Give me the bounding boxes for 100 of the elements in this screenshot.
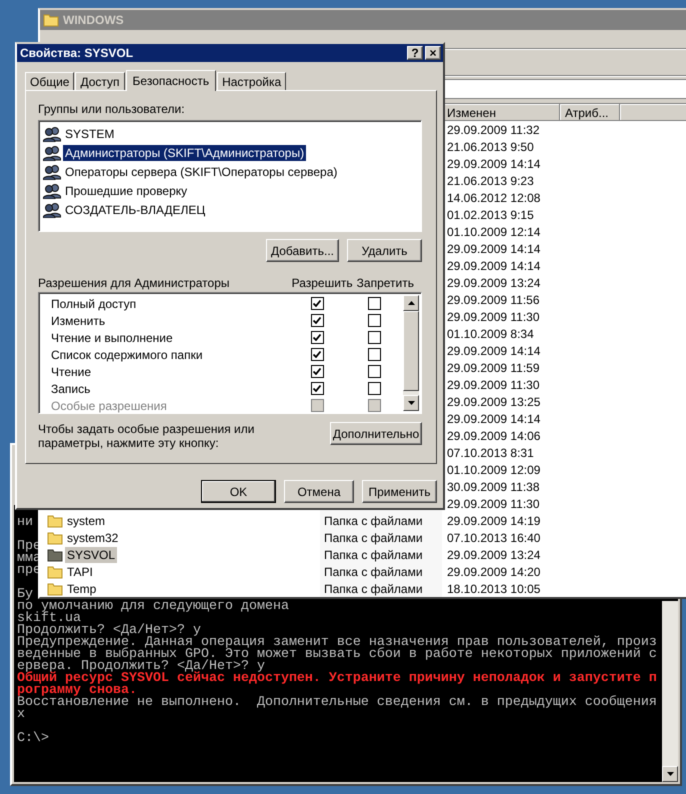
folder-icon: [47, 548, 63, 562]
scroll-thumb[interactable]: [403, 311, 419, 391]
console-line: skift.ua: [17, 613, 81, 625]
date-modified: 01.10.2009 8:34: [446, 326, 535, 340]
folder-icon: [47, 514, 63, 528]
date-modified: 01.10.2009 12:14: [446, 224, 542, 238]
users-icon: [43, 202, 61, 218]
ok-button[interactable]: OK: [201, 480, 276, 503]
date-modified: 14.06.2012 12:08: [446, 190, 542, 204]
section-label: Группы или пользователи:: [38, 102, 186, 116]
console-line: х: [17, 709, 25, 721]
checkbox[interactable]: [368, 297, 381, 310]
column-label: Запретить: [356, 276, 414, 289]
list-item[interactable]: Администраторы (SKIFT\Администраторы): [63, 144, 306, 160]
remove-button[interactable]: Удалить: [347, 239, 422, 262]
date-modified: 29.09.2009 11:32: [446, 122, 541, 136]
file-type: Папка с файлами: [324, 564, 423, 578]
date-modified: 29.09.2009 14:14: [446, 344, 542, 358]
permission-name: Полный доступ: [50, 296, 138, 310]
date-modified: 29.09.2009 14:20: [446, 564, 542, 578]
date-modified: 29.09.2009 13:24: [446, 276, 542, 290]
date-modified: 29.09.2009 11:30: [446, 310, 541, 324]
console-line: C:\>: [17, 733, 49, 745]
file-name[interactable]: SYSVOL: [65, 546, 118, 562]
date-modified: 29.09.2009 13:24: [446, 548, 542, 562]
file-type: Папка с файлами: [324, 514, 423, 528]
folder-icon: [47, 564, 63, 578]
checkbox[interactable]: [368, 314, 381, 327]
advanced-button[interactable]: Дополнительно: [330, 422, 422, 445]
scrollbar[interactable]: [403, 295, 419, 411]
permission-name: Чтение: [50, 364, 92, 378]
permission-name: Изменить: [50, 314, 106, 328]
column-header[interactable]: Атриб...: [560, 104, 620, 121]
close-button[interactable]: ×: [425, 46, 441, 60]
add-button[interactable]: Добавить...: [266, 239, 339, 262]
section-label: Разрешения для Администраторы: [38, 276, 230, 289]
date-modified: 29.09.2009 13:25: [446, 394, 542, 408]
permission-name: Чтение и выполнение: [50, 330, 174, 344]
checkbox[interactable]: [310, 331, 324, 344]
file-name[interactable]: Temp: [65, 580, 98, 596]
folder-icon: [47, 582, 63, 596]
tab[interactable]: Общие: [25, 72, 74, 90]
date-modified: 30.09.2009 11:38: [446, 480, 541, 494]
checkbox[interactable]: [310, 365, 324, 378]
date-modified: 29.09.2009 14:19: [446, 514, 542, 528]
tab[interactable]: Доступ: [75, 72, 125, 90]
users-icon: [43, 164, 61, 180]
checkbox[interactable]: [310, 382, 324, 395]
checkbox[interactable]: [310, 314, 324, 327]
dialog-title: Свойства: SYSVOL: [20, 46, 134, 60]
checkbox[interactable]: [368, 365, 381, 378]
console-line: Восстановление не выполнено. Дополнительные сведения см. в предыдущих сообщения: [17, 697, 657, 709]
file-name[interactable]: TAPI: [65, 564, 95, 580]
date-modified: 29.09.2009 14:14: [446, 156, 542, 170]
down-arrow-icon: [666, 772, 674, 776]
window-title: WINDOWS: [63, 13, 124, 27]
file-name[interactable]: system: [65, 512, 108, 528]
list-item[interactable]: СОЗДАТЕЛЬ-ВЛАДЕЛЕЦ: [63, 202, 208, 218]
column-label: Разрешить: [292, 276, 353, 289]
console-line: Бу: [17, 589, 33, 601]
users-icon: [43, 144, 61, 160]
cancel-button[interactable]: Отмена: [284, 480, 354, 503]
list-item[interactable]: Прошедшие проверку: [63, 182, 190, 198]
error-line: рограмму снова.: [17, 685, 137, 697]
date-modified: 07.10.2013 16:40: [446, 530, 542, 544]
list-item[interactable]: Операторы сервера (SKIFT\Операторы сервера): [63, 164, 340, 180]
tab[interactable]: Настройка: [217, 72, 286, 90]
scroll-down-button[interactable]: [403, 395, 419, 411]
date-modified: 29.09.2009 14:06: [446, 428, 542, 442]
checkbox[interactable]: [368, 331, 381, 344]
column-header[interactable]: Изменен: [442, 104, 560, 121]
permission-name: Особые разрешения: [50, 398, 168, 412]
console-line: ни: [17, 517, 33, 529]
date-modified: 21.06.2013 9:50: [446, 140, 535, 154]
file-type: Папка с файлами: [324, 548, 423, 562]
list-item[interactable]: SYSTEM: [63, 126, 116, 142]
console-line: Продолжить? <Да/Нет>? y: [17, 625, 201, 637]
scrollbar[interactable]: [662, 601, 678, 782]
down-arrow-icon: [408, 401, 414, 405]
checkbox[interactable]: [310, 348, 324, 361]
date-modified: 01.02.2013 9:15: [446, 208, 535, 222]
file-name[interactable]: system32: [65, 530, 120, 546]
date-modified: 29.09.2009 11:30: [446, 378, 541, 392]
folder-icon: [47, 530, 63, 544]
hint-text: Чтобы задать особые разрешения или параметры, нажмите эту кнопку:: [38, 422, 256, 450]
apply-button[interactable]: Применить: [362, 480, 437, 503]
checkbox[interactable]: [368, 348, 381, 361]
date-modified: 29.09.2009 14:14: [446, 258, 542, 272]
scroll-down-button[interactable]: [662, 766, 678, 782]
date-modified: 29.09.2009 11:56: [446, 292, 541, 306]
tab[interactable]: Безопасность: [126, 70, 216, 91]
help-button[interactable]: ?: [407, 46, 423, 60]
checkbox[interactable]: [368, 382, 381, 395]
up-arrow-icon: [408, 301, 414, 305]
checkbox[interactable]: [310, 297, 324, 310]
file-type: Папка с файлами: [324, 530, 423, 544]
date-modified: 21.06.2013 9:23: [446, 174, 535, 188]
scroll-up-button[interactable]: [403, 295, 419, 311]
permission-name: Список содержимого папки: [50, 348, 204, 362]
permission-name: Запись: [50, 382, 92, 396]
